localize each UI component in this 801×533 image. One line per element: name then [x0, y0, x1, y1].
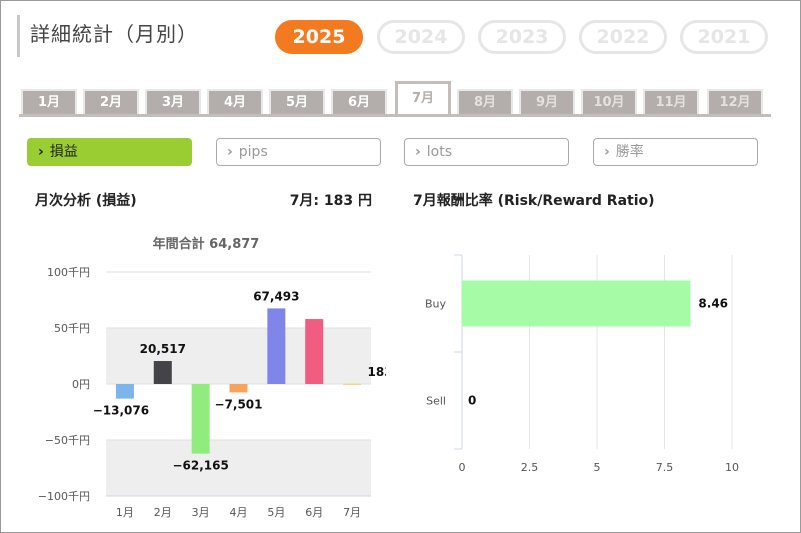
title-bar: 詳細統計（月別）	[17, 15, 198, 57]
monthly-profit-chart: 年間合計 64,877 100千円 50千円 0円 −50千円 −100千円 1月 −13,0…	[38, 236, 386, 519]
bar	[229, 384, 248, 393]
filter-button-pips[interactable]: › pips	[216, 138, 381, 166]
x-tick-label: 5	[594, 461, 601, 474]
bar	[305, 319, 324, 384]
chevron-right-icon: ›	[227, 144, 233, 160]
y-tick-label: 100千円	[47, 266, 90, 279]
filter-button-lots[interactable]: › lots	[404, 138, 569, 166]
tab-month-1[interactable]: 1月	[21, 89, 77, 115]
y-tick-label: −100千円	[38, 490, 90, 503]
x-tick-label: 6月	[305, 506, 323, 519]
filter-button-winrate[interactable]: › 勝率	[593, 138, 758, 166]
x-tick-label: 3月	[192, 506, 210, 519]
tab-month-4[interactable]: 4月	[207, 89, 263, 115]
chevron-right-icon: ›	[415, 144, 421, 160]
year-button-2023[interactable]: 2023	[478, 20, 566, 54]
chevron-right-icon: ›	[38, 144, 44, 160]
data-label: 67,493	[253, 289, 299, 303]
tab-month-8: 8月	[457, 89, 513, 115]
month-total: 7月: 183 円	[289, 193, 372, 209]
tab-month-11: 11月	[643, 89, 699, 115]
x-tick-label: 0	[459, 461, 466, 474]
tab-month-5[interactable]: 5月	[269, 89, 325, 115]
bar	[115, 384, 134, 399]
bar	[153, 361, 172, 384]
data-label: 20,517	[140, 342, 186, 356]
data-label: −62,165	[172, 459, 228, 473]
bar	[191, 384, 210, 454]
chart-title: 年間合計 64,877	[153, 236, 260, 252]
bar	[267, 308, 286, 384]
filter-label: 損益	[49, 144, 78, 160]
x-tick-label: 7月	[343, 506, 361, 519]
x-tick-label: 1月	[116, 506, 134, 519]
year-button-2022[interactable]: 2022	[579, 20, 667, 54]
tab-month-6[interactable]: 6月	[331, 89, 387, 115]
y-category-label: Buy	[425, 298, 447, 311]
tab-baseline	[19, 114, 771, 117]
bar	[343, 383, 362, 385]
month-tabs: 1月 2月 3月 4月 5月 6月 7月 8月 9月 10月 11月 12月	[19, 81, 771, 115]
x-tick-label: 4月	[230, 506, 248, 519]
tab-month-9: 9月	[519, 89, 575, 115]
data-label: 0	[468, 394, 476, 408]
filter-button-profit[interactable]: › 損益	[27, 138, 192, 166]
filter-label: pips	[238, 144, 268, 160]
year-button-2025[interactable]: 2025	[275, 20, 363, 54]
y-tick-label: 50千円	[54, 322, 90, 335]
rr-ratio-title: 7月報酬比率 (Risk/Reward Ratio)	[413, 193, 655, 209]
chevron-right-icon: ›	[604, 144, 610, 160]
x-tick-label: 2月	[154, 506, 172, 519]
page-title: 詳細統計（月別）	[30, 22, 198, 46]
y-tick-label: 0円	[72, 378, 90, 391]
data-label: −13,076	[93, 404, 149, 418]
x-tick-label: 2.5	[521, 461, 539, 474]
monthly-analysis-title: 月次分析 (損益)	[35, 193, 137, 209]
tab-month-12: 12月	[707, 89, 763, 115]
filter-label: lots	[426, 144, 453, 160]
rr-ratio-chart: 0 2.5 5 7.5 10 Buy 8.46 Sell 0	[425, 254, 739, 474]
x-tick-label: 7.5	[656, 461, 674, 474]
chart-band	[106, 440, 371, 496]
year-button-2021[interactable]: 2021	[680, 20, 768, 54]
filter-label: 勝率	[615, 144, 644, 160]
tab-month-10: 10月	[581, 89, 637, 115]
tab-month-3[interactable]: 3月	[145, 89, 201, 115]
bar	[462, 280, 691, 327]
tab-month-7[interactable]: 7月	[395, 81, 451, 115]
data-label: 8.46	[698, 297, 728, 311]
y-tick-label: −50千円	[45, 434, 90, 447]
tab-month-2[interactable]: 2月	[83, 89, 139, 115]
y-category-label: Sell	[426, 395, 446, 408]
data-label: 183	[368, 365, 386, 379]
data-label: −7,501	[214, 397, 262, 411]
app-frame: 詳細統計（月別） 2025 2024 2023 2022 2021 1月 2月 …	[0, 0, 801, 533]
x-tick-label: 10	[725, 461, 739, 474]
x-tick-label: 5月	[267, 506, 285, 519]
year-button-2024[interactable]: 2024	[377, 20, 465, 54]
